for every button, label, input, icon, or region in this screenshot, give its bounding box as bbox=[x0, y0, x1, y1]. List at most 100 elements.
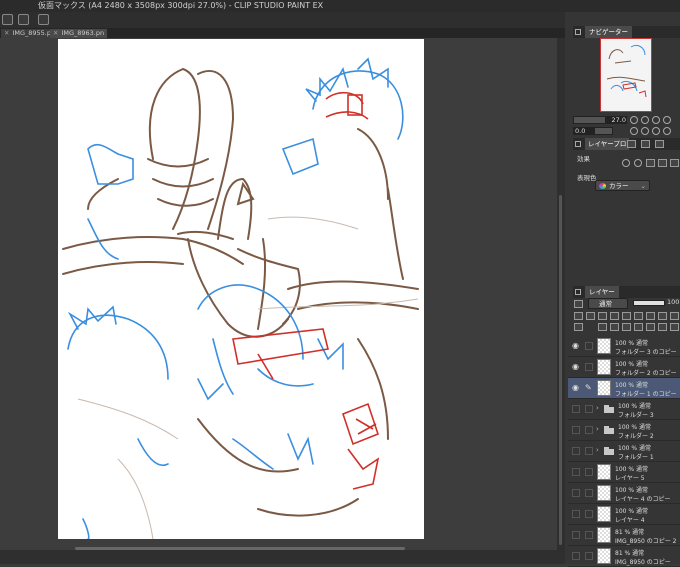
zoom-out-icon[interactable] bbox=[630, 116, 638, 124]
visibility-eye-icon[interactable]: ◉ bbox=[572, 342, 581, 350]
layer-settings-icon[interactable] bbox=[574, 300, 583, 308]
layer-edit-toggle[interactable] bbox=[585, 363, 593, 371]
new-raster-layer-icon[interactable] bbox=[574, 323, 583, 331]
opacity-value[interactable]: 100 bbox=[667, 298, 679, 306]
clip-to-layer-below-icon[interactable] bbox=[574, 312, 583, 320]
layer-edit-toggle[interactable] bbox=[585, 405, 593, 413]
visibility-toggle[interactable] bbox=[572, 489, 580, 497]
lock-layer-icon[interactable] bbox=[610, 312, 619, 320]
ruler-icon[interactable] bbox=[646, 312, 655, 320]
color-set-tab-icon[interactable] bbox=[655, 140, 664, 148]
layer-edit-toggle[interactable] bbox=[585, 468, 593, 476]
layer-edit-toggle[interactable] bbox=[585, 426, 593, 434]
blend-mode-dropdown[interactable]: 通常 bbox=[588, 298, 628, 309]
help-button[interactable] bbox=[38, 14, 49, 25]
opacity-slider[interactable] bbox=[633, 300, 665, 306]
actual-size-icon[interactable] bbox=[663, 116, 671, 124]
rotation-value[interactable]: 0.0 bbox=[573, 127, 595, 135]
layer-search-tab-icon[interactable] bbox=[641, 140, 650, 148]
canvas-area[interactable] bbox=[0, 38, 557, 550]
folder-row[interactable]: › 100 % 通常 フォルダー 2 bbox=[568, 420, 680, 441]
layer-edit-toggle[interactable] bbox=[585, 342, 593, 350]
draft-layer-icon[interactable] bbox=[598, 312, 607, 320]
navigator-tab[interactable]: ナビゲーター bbox=[585, 26, 632, 38]
navigator-preview-image bbox=[606, 44, 647, 98]
layer-edit-toggle[interactable] bbox=[585, 510, 593, 518]
panel-menu-icon[interactable] bbox=[575, 141, 581, 147]
new-vector-layer-icon[interactable] bbox=[598, 323, 607, 331]
expand-arrow-icon[interactable]: › bbox=[596, 425, 599, 433]
zoom-value[interactable]: 27.0 bbox=[605, 116, 627, 124]
layer-tool-button[interactable] bbox=[2, 14, 13, 25]
create-mask-icon[interactable] bbox=[646, 323, 655, 331]
visibility-toggle[interactable] bbox=[572, 405, 580, 413]
effect-label: 効果 bbox=[577, 155, 590, 163]
folder-row[interactable]: › 100 % 通常 フォルダー 3 bbox=[568, 399, 680, 420]
pen-tool-button[interactable] bbox=[18, 14, 29, 25]
reset-rotation-icon[interactable] bbox=[652, 127, 660, 135]
panel-menu-icon[interactable] bbox=[575, 289, 581, 295]
reference-layer-icon[interactable] bbox=[586, 312, 595, 320]
navigator-preview[interactable] bbox=[600, 38, 652, 112]
close-icon[interactable]: ✕ bbox=[53, 29, 58, 37]
visibility-eye-icon[interactable]: ◉ bbox=[572, 384, 581, 392]
grid-effect-icon[interactable] bbox=[670, 159, 679, 167]
visibility-toggle[interactable] bbox=[572, 468, 580, 476]
new-folder-icon[interactable] bbox=[610, 323, 619, 331]
panel-menu-icon[interactable] bbox=[575, 29, 581, 35]
expand-arrow-icon[interactable]: › bbox=[596, 446, 599, 454]
layer-edit-toggle[interactable] bbox=[585, 447, 593, 455]
pen-edit-icon[interactable]: ✎ bbox=[585, 384, 593, 392]
transfer-down-icon[interactable] bbox=[622, 323, 631, 331]
layer-row[interactable]: ◉ 100 % 通常 フォルダー 2 のコピー bbox=[568, 357, 680, 378]
canvas-paper[interactable] bbox=[58, 39, 424, 539]
border-effect-icon[interactable] bbox=[622, 159, 630, 167]
layer-property-tab[interactable]: レイヤープロ bbox=[585, 138, 630, 150]
visibility-toggle[interactable] bbox=[572, 426, 580, 434]
horizontal-scrollbar[interactable] bbox=[0, 550, 557, 564]
layer-row[interactable]: 100 % 通常 レイヤー 4 のコピー bbox=[568, 483, 680, 504]
lock-transparency-icon[interactable] bbox=[622, 312, 631, 320]
visibility-toggle[interactable] bbox=[572, 531, 580, 539]
zoom-in-icon[interactable] bbox=[641, 116, 649, 124]
apply-mask-icon[interactable] bbox=[658, 323, 667, 331]
layer-edit-toggle[interactable] bbox=[585, 552, 593, 560]
visibility-toggle[interactable] bbox=[572, 552, 580, 560]
vertical-scroll-thumb[interactable] bbox=[559, 195, 562, 545]
combine-down-icon[interactable] bbox=[634, 323, 643, 331]
layer-color-icon[interactable] bbox=[646, 159, 655, 167]
visibility-eye-icon[interactable]: ◉ bbox=[572, 363, 581, 371]
document-tab-active[interactable]: ✕ IMG_8963.pn bbox=[50, 29, 108, 38]
layer-row[interactable]: ◉ 100 % 通常 フォルダー 3 のコピー bbox=[568, 336, 680, 357]
visibility-toggle[interactable] bbox=[572, 447, 580, 455]
palette-color-icon[interactable] bbox=[658, 312, 667, 320]
layer-row[interactable]: 100 % 通常 レイヤー 5 bbox=[568, 462, 680, 483]
expand-arrow-icon[interactable]: › bbox=[596, 404, 599, 412]
rotate-left-icon[interactable] bbox=[630, 127, 638, 135]
layer-thumbnail bbox=[597, 338, 611, 354]
layer-row[interactable]: 81 % 通常 IMG_8950 のコピー 2 bbox=[568, 525, 680, 546]
flip-horizontal-icon[interactable] bbox=[663, 127, 671, 135]
layer-tab[interactable]: レイヤー bbox=[585, 286, 619, 298]
navigator-panel-header: ナビゲーター bbox=[573, 26, 680, 38]
fit-to-screen-icon[interactable] bbox=[652, 116, 660, 124]
horizontal-scroll-thumb[interactable] bbox=[75, 547, 405, 550]
expression-color-dropdown[interactable]: カラー ⌄ bbox=[595, 180, 650, 191]
tool-property-tab-icon[interactable] bbox=[627, 140, 636, 148]
delete-layer-icon[interactable] bbox=[670, 323, 679, 331]
folder-icon bbox=[604, 405, 614, 413]
pattern-effect-icon[interactable] bbox=[658, 159, 667, 167]
layer-color-toggle-icon[interactable] bbox=[670, 312, 679, 320]
rotate-right-icon[interactable] bbox=[641, 127, 649, 135]
layer-row-selected[interactable]: ◉ ✎ 100 % 通常 フォルダー 1 のコピー bbox=[568, 378, 680, 399]
folder-row[interactable]: › 100 % 通常 フォルダー 1 bbox=[568, 441, 680, 462]
layer-row[interactable]: 100 % 通常 レイヤー 4 bbox=[568, 504, 680, 525]
layer-edit-toggle[interactable] bbox=[585, 489, 593, 497]
tone-effect-icon[interactable] bbox=[634, 159, 642, 167]
close-icon[interactable]: ✕ bbox=[4, 29, 9, 37]
visibility-toggle[interactable] bbox=[572, 510, 580, 518]
mask-icon[interactable] bbox=[634, 312, 643, 320]
sketch-drawing bbox=[62, 57, 419, 539]
layer-list[interactable]: ◉ 100 % 通常 フォルダー 3 のコピー ◉ 100 % 通常 フォルダー… bbox=[568, 336, 680, 567]
layer-edit-toggle[interactable] bbox=[585, 531, 593, 539]
